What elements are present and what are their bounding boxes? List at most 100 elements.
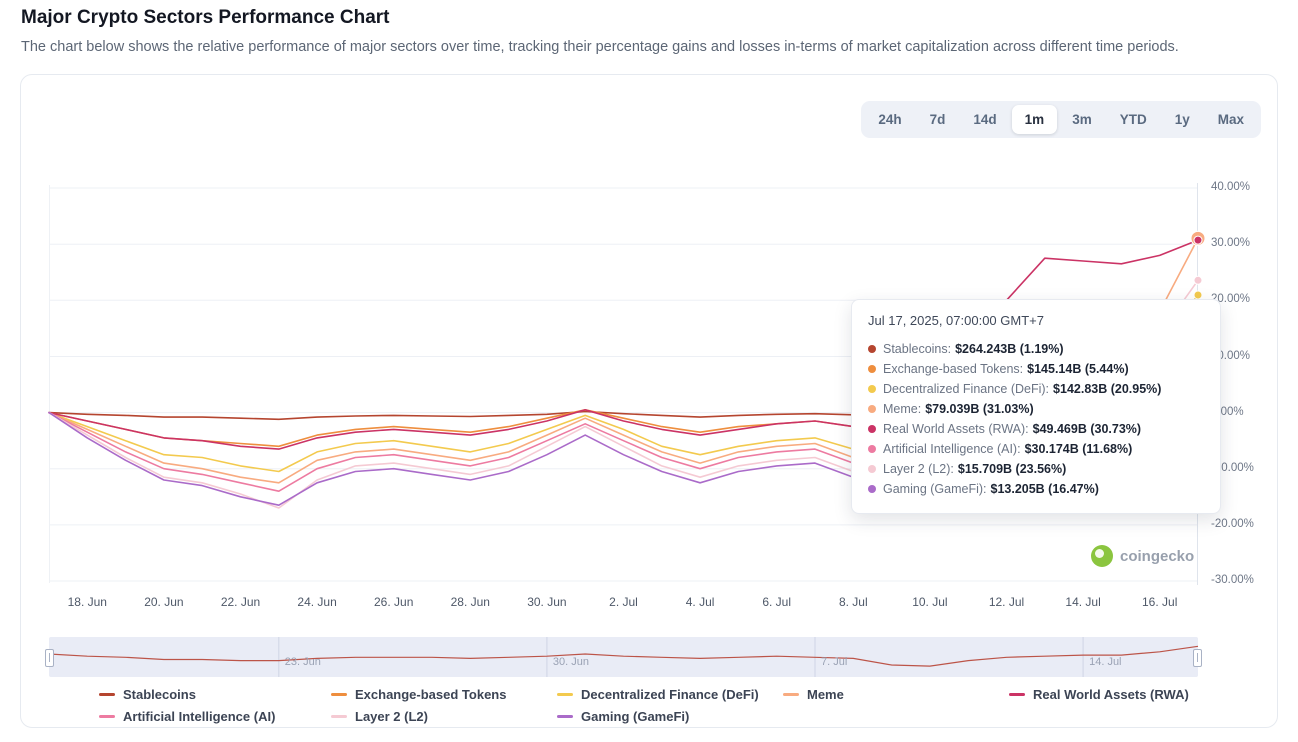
navigator-right-handle[interactable] bbox=[1193, 649, 1202, 667]
navigator-line bbox=[49, 646, 1198, 666]
tooltip-series-value: $30.174B (11.68%) bbox=[1025, 439, 1133, 459]
tooltip-row: Stablecoins:$264.243B (1.19%) bbox=[868, 339, 1204, 359]
legend-label: Artificial Intelligence (AI) bbox=[123, 709, 275, 724]
tooltip-row: Gaming (GameFi):$13.205B (16.47%) bbox=[868, 479, 1204, 499]
y-axis-label: 30.00% bbox=[1211, 237, 1281, 249]
tooltip-row: Decentralized Finance (DeFi):$142.83B (2… bbox=[868, 379, 1204, 399]
page-title: Major Crypto Sectors Performance Chart bbox=[21, 7, 390, 29]
navigator-mini-chart bbox=[49, 637, 1198, 677]
tooltip-series-value: $49.469B (30.73%) bbox=[1033, 419, 1141, 439]
legend-label: Exchange-based Tokens bbox=[355, 687, 506, 702]
x-axis-label: 10. Jul bbox=[898, 595, 962, 609]
x-axis-label: 18. Jun bbox=[55, 595, 119, 609]
y-axis-label: -20.00% bbox=[1211, 518, 1281, 530]
time-range-1m-button[interactable]: 1m bbox=[1012, 105, 1058, 134]
x-axis-label: 16. Jul bbox=[1128, 595, 1192, 609]
x-axis-label: 22. Jun bbox=[209, 595, 273, 609]
legend-color-dash-icon bbox=[331, 693, 347, 696]
y-axis-label: 40.00% bbox=[1211, 181, 1281, 193]
legend-color-dash-icon bbox=[1009, 693, 1025, 696]
x-axis-label: 8. Jul bbox=[821, 595, 885, 609]
y-axis-label: 0.00% bbox=[1211, 406, 1281, 418]
legend-label: Layer 2 (L2) bbox=[355, 709, 428, 724]
series-color-dot-icon bbox=[868, 465, 876, 473]
x-axis-label: 14. Jul bbox=[1051, 595, 1115, 609]
time-range-1y-button[interactable]: 1y bbox=[1162, 105, 1203, 134]
x-axis-label: 20. Jun bbox=[132, 595, 196, 609]
legend-item-exchange-based-tokens[interactable]: Exchange-based Tokens bbox=[331, 687, 557, 702]
tooltip-series-value: $13.205B (16.47%) bbox=[991, 479, 1099, 499]
coingecko-watermark[interactable]: coingecko bbox=[1091, 545, 1194, 567]
y-axis-label: -10.00% bbox=[1211, 462, 1281, 474]
x-axis-label: 28. Jun bbox=[438, 595, 502, 609]
time-range-14d-button[interactable]: 14d bbox=[960, 105, 1009, 134]
tooltip-series-value: $142.83B (20.95%) bbox=[1053, 379, 1161, 399]
coingecko-logo-icon bbox=[1091, 545, 1113, 567]
tooltip-series-label: Artificial Intelligence (AI): bbox=[883, 439, 1021, 459]
time-range-ytd-button[interactable]: YTD bbox=[1107, 105, 1160, 134]
legend-item-gaming-gamefi[interactable]: Gaming (GameFi) bbox=[557, 709, 783, 724]
tooltip-series-label: Stablecoins: bbox=[883, 339, 951, 359]
series-color-dot-icon bbox=[868, 385, 876, 393]
tooltip-row: Artificial Intelligence (AI):$30.174B (1… bbox=[868, 439, 1204, 459]
legend-label: Meme bbox=[807, 687, 844, 702]
legend-item-real-world-assets-rwa[interactable]: Real World Assets (RWA) bbox=[1009, 687, 1189, 702]
x-axis-label: 24. Jun bbox=[285, 595, 349, 609]
legend-item-meme[interactable]: Meme bbox=[783, 687, 1009, 702]
x-axis-label: 6. Jul bbox=[745, 595, 809, 609]
page-subtitle: The chart below shows the relative perfo… bbox=[21, 39, 1179, 55]
tooltip-row: Meme:$79.039B (31.03%) bbox=[868, 399, 1204, 419]
series-color-dot-icon bbox=[868, 485, 876, 493]
time-range-3m-button[interactable]: 3m bbox=[1059, 105, 1105, 134]
page: Major Crypto Sectors Performance Chart T… bbox=[0, 0, 1298, 742]
legend-label: Real World Assets (RWA) bbox=[1033, 687, 1189, 702]
tooltip-series-value: $264.243B (1.19%) bbox=[955, 339, 1063, 359]
y-axis-label: -30.00% bbox=[1211, 574, 1281, 586]
legend-color-dash-icon bbox=[557, 693, 573, 696]
legend-color-dash-icon bbox=[557, 715, 573, 718]
legend-label: Gaming (GameFi) bbox=[581, 709, 689, 724]
chart-legend: Stablecoins Exchange-based Tokens Decentra… bbox=[99, 687, 1189, 724]
y-axis-label: 20.00% bbox=[1211, 293, 1281, 305]
x-axis-label: 30. Jun bbox=[515, 595, 579, 609]
x-axis-label: 12. Jul bbox=[975, 595, 1039, 609]
tooltip-series-label: Decentralized Finance (DeFi): bbox=[883, 379, 1049, 399]
tooltip-series-label: Real World Assets (RWA): bbox=[883, 419, 1029, 439]
tooltip-row: Layer 2 (L2):$15.709B (23.56%) bbox=[868, 459, 1204, 479]
navigator-date-label: 23. Jun bbox=[285, 656, 321, 668]
series-color-dot-icon bbox=[868, 425, 876, 433]
navigator-date-label: 14. Jul bbox=[1089, 656, 1121, 668]
time-range-selector: 24h7d14d1m3mYTD1yMax bbox=[861, 101, 1261, 138]
series-color-dot-icon bbox=[868, 345, 876, 353]
navigator-left-handle[interactable] bbox=[45, 649, 54, 667]
chart-tooltip: Jul 17, 2025, 07:00:00 GMT+7 Stablecoins… bbox=[851, 299, 1221, 514]
legend-item-artificial-intelligence-ai[interactable]: Artificial Intelligence (AI) bbox=[99, 709, 331, 724]
series-end-marker bbox=[1194, 276, 1202, 284]
tooltip-series-label: Layer 2 (L2): bbox=[883, 459, 954, 479]
legend-item-stablecoins[interactable]: Stablecoins bbox=[99, 687, 331, 702]
tooltip-series-label: Meme: bbox=[883, 399, 921, 419]
legend-color-dash-icon bbox=[99, 693, 115, 696]
time-range-max-button[interactable]: Max bbox=[1205, 105, 1257, 134]
time-range-7d-button[interactable]: 7d bbox=[917, 105, 959, 134]
tooltip-series-label: Gaming (GameFi): bbox=[883, 479, 987, 499]
y-axis-label: 10.00% bbox=[1211, 350, 1281, 362]
series-end-marker bbox=[1194, 291, 1202, 299]
series-color-dot-icon bbox=[868, 365, 876, 373]
tooltip-series-value: $15.709B (23.56%) bbox=[958, 459, 1066, 479]
series-end-marker bbox=[1194, 236, 1202, 244]
time-range-24h-button[interactable]: 24h bbox=[865, 105, 914, 134]
legend-item-layer-2-l2[interactable]: Layer 2 (L2) bbox=[331, 709, 557, 724]
chart-range-navigator[interactable]: 23. Jun30. Jun7. Jul14. Jul bbox=[49, 637, 1198, 677]
coingecko-watermark-label: coingecko bbox=[1120, 548, 1194, 565]
tooltip-series-value: $79.039B (31.03%) bbox=[925, 399, 1033, 419]
x-axis-label: 2. Jul bbox=[592, 595, 656, 609]
legend-item-decentralized-finance-defi[interactable]: Decentralized Finance (DeFi) bbox=[557, 687, 783, 702]
series-color-dot-icon bbox=[868, 445, 876, 453]
x-axis-label: 26. Jun bbox=[362, 595, 426, 609]
legend-color-dash-icon bbox=[783, 693, 799, 696]
tooltip-row: Real World Assets (RWA):$49.469B (30.73%… bbox=[868, 419, 1204, 439]
tooltip-series-label: Exchange-based Tokens: bbox=[883, 359, 1023, 379]
navigator-date-label: 30. Jun bbox=[553, 656, 589, 668]
x-axis-label: 4. Jul bbox=[668, 595, 732, 609]
